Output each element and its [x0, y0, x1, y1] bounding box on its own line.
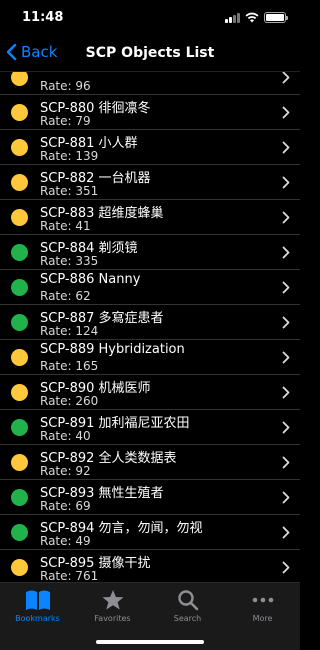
status-dot-yellow	[11, 104, 28, 121]
chevron-right-icon	[282, 141, 290, 154]
list-item[interactable]: Rate: 96	[0, 72, 300, 95]
item-rate: Rate: 139	[40, 149, 99, 163]
status-dot-yellow	[11, 454, 28, 471]
list-item[interactable]: SCP-891 加利福尼亚农田 Rate: 40	[0, 410, 300, 445]
tab-more-label: More	[252, 614, 273, 623]
list-item[interactable]: SCP-892 全人类数据表 Rate: 92	[0, 445, 300, 480]
navigation-bar: Back SCP Objects List	[0, 36, 300, 72]
list-item[interactable]: SCP-882 一台机器 Rate: 351	[0, 165, 300, 200]
tab-bar: Bookmarks Favorites Search More	[0, 582, 300, 650]
book-icon	[25, 590, 50, 610]
list-item[interactable]: SCP-883 超维度蜂巢 Rate: 41	[0, 200, 300, 235]
chevron-right-icon	[282, 316, 290, 329]
status-dot-green	[11, 244, 28, 261]
wifi-icon	[245, 12, 259, 23]
home-indicator	[96, 640, 204, 644]
chevron-right-icon	[282, 106, 290, 119]
tab-favorites[interactable]: Favorites	[75, 589, 150, 623]
status-dot-yellow	[11, 139, 28, 156]
list-item[interactable]: SCP-880 徘徊凛冬 Rate: 79	[0, 95, 300, 130]
status-bar: 11:48	[0, 0, 300, 36]
chevron-right-icon	[282, 351, 290, 364]
status-dot-green	[11, 524, 28, 541]
chevron-right-icon	[282, 491, 290, 504]
chevron-right-icon	[282, 176, 290, 189]
list-item[interactable]: SCP-886 Nanny Rate: 62	[0, 270, 300, 305]
page-title: SCP Objects List	[85, 45, 215, 61]
tab-search[interactable]: Search	[150, 589, 225, 623]
tab-bookmarks[interactable]: Bookmarks	[0, 589, 75, 623]
status-dot-yellow	[11, 349, 28, 366]
battery-icon	[264, 12, 288, 23]
list-item[interactable]: SCP-893 無性生殖者 Rate: 69	[0, 480, 300, 515]
status-time: 11:48	[22, 10, 64, 25]
chevron-right-icon	[282, 561, 290, 574]
scp-list-content: Rate: 96 SCP-880 徘徊凛冬 Rate: 79 SCP-881 小人群 R…	[0, 72, 300, 582]
status-dot-green	[11, 279, 28, 296]
star-icon	[102, 590, 123, 610]
tab-favorites-label: Favorites	[94, 614, 131, 623]
item-rate: Rate: 69	[40, 499, 91, 513]
item-rate: Rate: 79	[40, 114, 91, 128]
item-rate: Rate: 351	[40, 184, 99, 198]
list-item[interactable]: SCP-884 剃须镜 Rate: 335	[0, 235, 300, 270]
item-rate: Rate: 124	[40, 324, 99, 338]
chevron-right-icon	[282, 386, 290, 399]
chevron-right-icon	[282, 246, 290, 259]
item-title: SCP-886 Nanny	[40, 272, 141, 287]
scp-list[interactable]: Rate: 96 SCP-880 徘徊凛冬 Rate: 79 SCP-881 小人群 R…	[0, 72, 300, 582]
chevron-right-icon	[282, 211, 290, 224]
signal-icon	[225, 12, 240, 23]
list-item[interactable]: SCP-894 勿言，勿闻，勿视 Rate: 49	[0, 515, 300, 550]
list-item[interactable]: SCP-895 摄像干扰 Rate: 761	[0, 550, 300, 582]
item-rate: Rate: 41	[40, 219, 91, 233]
status-dot-yellow	[11, 174, 28, 191]
status-dot-green	[11, 489, 28, 506]
status-dot-green	[11, 419, 28, 436]
search-icon	[177, 590, 198, 611]
item-rate: Rate: 40	[40, 429, 91, 443]
chevron-right-icon	[282, 456, 290, 469]
item-title: SCP-889 Hybridization	[40, 342, 185, 357]
status-dot-yellow	[11, 559, 28, 576]
status-dot-yellow	[11, 384, 28, 401]
item-rate: Rate: 165	[40, 359, 99, 373]
chevron-right-icon	[282, 421, 290, 434]
item-rate: Rate: 260	[40, 394, 99, 408]
tab-more[interactable]: More	[225, 589, 300, 623]
tab-bookmarks-label: Bookmarks	[15, 614, 60, 623]
item-rate: Rate: 49	[40, 534, 91, 548]
item-rate: Rate: 96	[40, 79, 91, 93]
item-rate: Rate: 335	[40, 254, 99, 268]
chevron-right-icon	[282, 281, 290, 294]
status-dot-yellow	[11, 72, 28, 86]
list-item[interactable]: SCP-887 多寫症患者 Rate: 124	[0, 305, 300, 340]
item-rate: Rate: 92	[40, 464, 91, 478]
list-item[interactable]: SCP-890 机械医师 Rate: 260	[0, 375, 300, 410]
status-dot-yellow	[11, 209, 28, 226]
item-rate: Rate: 62	[40, 289, 91, 303]
status-icons	[225, 12, 288, 23]
tab-search-label: Search	[173, 614, 202, 623]
list-item[interactable]: SCP-889 Hybridization Rate: 165	[0, 340, 300, 375]
list-item[interactable]: SCP-881 小人群 Rate: 139	[0, 130, 300, 165]
chevron-right-icon	[282, 72, 290, 84]
chevron-right-icon	[282, 526, 290, 539]
more-icon	[252, 597, 273, 603]
item-rate: Rate: 761	[40, 569, 99, 582]
status-dot-green	[11, 314, 28, 331]
